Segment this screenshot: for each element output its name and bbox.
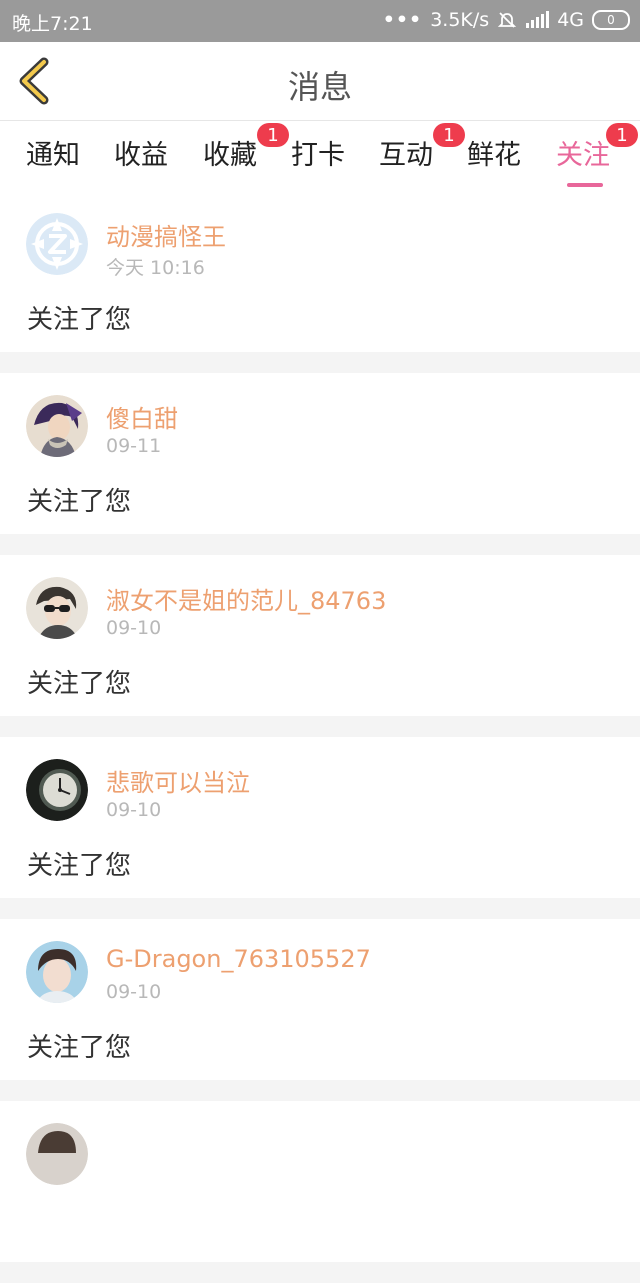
list-item[interactable] [0, 1101, 640, 1262]
list-item[interactable]: 动漫搞怪王 今天 10:16 关注了您 [0, 191, 640, 352]
username[interactable]: 悲歌可以当泣 [106, 763, 250, 798]
tab-bar: 通知 收益 收藏 1 打卡 互动 1 鲜花 关注 1 [0, 121, 640, 191]
network-type: 4G [557, 9, 584, 31]
message-text: 关注了您 [27, 305, 132, 335]
active-tab-indicator [567, 183, 603, 187]
username[interactable]: G-Dragon_763105527 [106, 945, 371, 973]
message-text: 关注了您 [27, 669, 132, 699]
default-avatar-icon [26, 213, 88, 275]
app-header: 消息 [0, 42, 640, 121]
message-date: 09-10 [106, 799, 162, 821]
status-bar: 晚上7:21 ••• 3.5K/s 4G 0 [0, 0, 640, 42]
avatar[interactable] [26, 1123, 88, 1185]
tab-label: 互动 [379, 140, 433, 171]
unread-badge: 1 [606, 123, 638, 147]
young-man-avatar-icon [26, 941, 88, 1003]
sunglasses-girl-avatar-icon [26, 577, 88, 639]
status-time: 晚上7:21 [12, 13, 93, 35]
tab-label: 收益 [114, 140, 168, 171]
avatar[interactable] [26, 759, 88, 821]
username[interactable]: 傻白甜 [106, 399, 178, 434]
pocket-watch-avatar-icon [26, 759, 88, 821]
avatar[interactable] [26, 395, 88, 457]
more-dots: ••• [382, 9, 423, 31]
anime-character-avatar-icon [26, 395, 88, 457]
status-right: ••• 3.5K/s 4G 0 [383, 9, 630, 31]
tab-label: 关注 [556, 140, 610, 171]
page-title: 消息 [287, 68, 352, 106]
list-item[interactable]: 悲歌可以当泣 09-10 关注了您 [0, 737, 640, 898]
message-date: 09-10 [106, 981, 162, 1003]
username[interactable]: 淑女不是姐的范儿_84763 [106, 581, 386, 616]
message-date: 09-10 [106, 617, 162, 639]
tab-favorites[interactable]: 收藏 1 [203, 123, 289, 172]
list-item[interactable]: G-Dragon_763105527 09-10 关注了您 [0, 919, 640, 1080]
message-text: 关注了您 [27, 1033, 132, 1063]
message-date: 09-11 [106, 435, 162, 457]
network-speed: 3.5K/s [430, 9, 490, 31]
message-text: 关注了您 [27, 851, 132, 881]
message-text: 关注了您 [27, 487, 132, 517]
tab-label: 通知 [26, 140, 80, 171]
tab-label: 打卡 [291, 140, 345, 171]
battery-level: 0 [607, 13, 615, 27]
tab-notifications[interactable]: 通知 [26, 133, 80, 172]
username[interactable]: 动漫搞怪王 [106, 217, 226, 252]
list-item[interactable]: 淑女不是姐的范儿_84763 09-10 关注了您 [0, 555, 640, 716]
partial-avatar-icon [26, 1123, 88, 1185]
signal-icon [526, 11, 550, 28]
tab-flowers[interactable]: 鲜花 [467, 133, 521, 172]
tab-interactions[interactable]: 互动 1 [379, 123, 465, 172]
follow-message-list: 动漫搞怪王 今天 10:16 关注了您 傻白甜 09-11 关注了您 淑女不是姐… [0, 191, 640, 1283]
tab-label: 收藏 [203, 140, 257, 171]
avatar[interactable] [26, 577, 88, 639]
message-date: 今天 10:16 [106, 257, 205, 279]
tab-earnings[interactable]: 收益 [114, 133, 168, 172]
mute-bell-icon [498, 12, 517, 28]
avatar[interactable] [26, 941, 88, 1003]
unread-badge: 1 [433, 123, 465, 147]
tab-label: 鲜花 [467, 140, 521, 171]
tab-checkin[interactable]: 打卡 [291, 133, 345, 172]
avatar[interactable] [26, 213, 88, 275]
unread-badge: 1 [257, 123, 289, 147]
battery-icon: 0 [592, 10, 630, 30]
tab-follows[interactable]: 关注 1 [556, 123, 638, 187]
list-item[interactable]: 傻白甜 09-11 关注了您 [0, 373, 640, 534]
